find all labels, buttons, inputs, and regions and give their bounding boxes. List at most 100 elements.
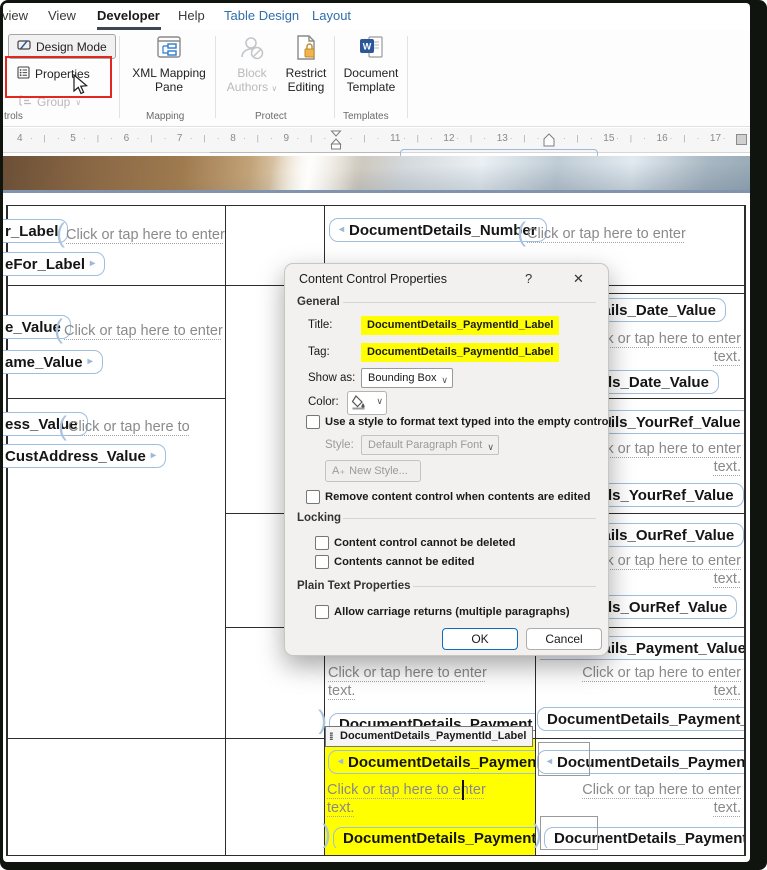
dialog-help-button[interactable]: ?: [525, 271, 532, 286]
document-template-button[interactable]: W Document Template: [341, 34, 401, 94]
svg-text:W: W: [363, 42, 372, 52]
placeholder-text[interactable]: Click or tap here to enter: [545, 782, 741, 798]
ruler-tick: |: [150, 134, 152, 143]
tab-layout[interactable]: Layout: [312, 8, 351, 23]
block-authors-label-1: Block: [225, 66, 279, 80]
ruler-tick: ·: [537, 134, 540, 143]
placeholder-text[interactable]: Click or tap here to enter: [64, 323, 223, 339]
color-picker-button[interactable]: ∨: [347, 391, 387, 415]
ruler-tick: |: [417, 134, 419, 143]
use-style-checkbox[interactable]: [306, 415, 320, 429]
restrict-editing-icon: [281, 34, 331, 66]
restrict-editing-label-1: Restrict: [281, 66, 331, 80]
content-control-start-tag[interactable]: ◂DocumentDetails_Number: [329, 218, 547, 242]
content-control-bounding-box: [538, 742, 590, 776]
cannot-edit-checkbox[interactable]: [315, 555, 329, 569]
content-control-end-tag[interactable]: eFor_Label▸: [3, 252, 105, 276]
cannot-delete-checkbox[interactable]: [315, 536, 329, 550]
restrict-editing-button[interactable]: Restrict Editing: [281, 34, 331, 94]
ruler-tick: |: [257, 134, 259, 143]
placeholder-text[interactable]: Click or tap here to enter: [527, 226, 686, 242]
ribbon-separator: [119, 36, 120, 118]
ruler-tick: |: [310, 134, 312, 143]
header-banner-border: [3, 190, 750, 193]
ruler-number: 16: [657, 133, 668, 144]
placeholder-text[interactable]: Click or tap here to enter: [66, 227, 225, 243]
placeholder-text[interactable]: text.: [545, 683, 741, 699]
ruler-tick: ·: [137, 134, 140, 143]
title-field-label: Title:: [308, 319, 333, 331]
group-label-controls: trols: [4, 111, 23, 122]
ruler-tick: |: [523, 134, 525, 143]
ruler-tick: ·: [164, 134, 167, 143]
content-control-end-tag[interactable]: ame_Value▸: [3, 350, 103, 374]
ruler-number: 17: [710, 133, 721, 144]
table-border: [6, 855, 746, 856]
ruler-tick: ·: [243, 134, 246, 143]
ruler-number: 5: [70, 133, 76, 144]
table-border: [6, 205, 746, 206]
content-control-properties-dialog: Content Control Properties ? ✕ General T…: [284, 263, 609, 656]
ruler-tick: ·: [297, 134, 300, 143]
placeholder-text[interactable]: text.: [328, 683, 355, 699]
remove-control-checkbox[interactable]: [306, 490, 320, 504]
ruler-tick: |: [630, 134, 632, 143]
tag-field-label: Tag:: [308, 346, 330, 358]
ruler-number: 8: [230, 133, 236, 144]
tab-view[interactable]: View: [48, 8, 76, 23]
tab-help[interactable]: Help: [178, 8, 205, 23]
section-general: General: [297, 296, 340, 308]
header-frame-line: [210, 152, 400, 153]
ruler-tick: |: [683, 134, 685, 143]
annotation-red-box: [5, 56, 112, 98]
placeholder-text[interactable]: Click or tap here to: [68, 419, 190, 435]
ruler-tick: ·: [83, 134, 86, 143]
show-as-dropdown[interactable]: Bounding Box∨: [361, 368, 453, 388]
title-field-value[interactable]: DocumentDetails_PaymentId_Label: [361, 316, 559, 335]
placeholder-text[interactable]: Click or tap here to enter: [328, 665, 487, 681]
xml-mapping-pane-button[interactable]: XML Mapping Pane: [127, 34, 211, 94]
ruler-tick: ·: [217, 134, 220, 143]
text-caret: [462, 780, 464, 800]
paint-bucket-icon: [351, 394, 367, 410]
table-column-marker[interactable]: [736, 134, 747, 145]
ok-button[interactable]: OK: [442, 628, 518, 650]
show-as-label: Show as:: [308, 372, 355, 384]
ruler-tick: ·: [270, 134, 273, 143]
table-border: [744, 205, 746, 856]
section-locking: Locking: [297, 512, 341, 524]
carriage-returns-checkbox[interactable]: [315, 605, 329, 619]
content-control-end-tag[interactable]: CustAddress_Value▸: [3, 444, 166, 468]
xml-mapping-label-1: XML Mapping: [127, 66, 211, 80]
placeholder-text[interactable]: text.: [327, 800, 354, 816]
ruler-tick: |: [470, 134, 472, 143]
content-control-end-tag[interactable]: DocumentDetails_Payment_Value: [537, 707, 744, 731]
color-label: Color:: [308, 396, 339, 408]
tab-table-design[interactable]: Table Design: [224, 8, 299, 23]
cc-end-arrow-icon: ▸: [151, 451, 156, 461]
word-window: view View Developer Help Table Design La…: [3, 3, 750, 862]
placeholder-text[interactable]: Click or tap here to enter: [545, 665, 741, 681]
cc-end-arrow-icon: ▸: [90, 259, 95, 269]
cc-start-arrow-icon: ◂: [339, 225, 344, 235]
tab-review-partial[interactable]: view: [3, 8, 28, 23]
ruler-number: 7: [177, 133, 183, 144]
style-dropdown: Default Paragraph Font∨: [361, 435, 499, 455]
content-control-end-tag[interactable]: DocumentDetails_PaymentId_Label: [333, 827, 535, 849]
content-control-paren-icon: (: [58, 413, 67, 439]
xml-mapping-label-2: Pane: [127, 80, 211, 94]
tab-developer[interactable]: Developer: [97, 8, 160, 23]
ribbon: Design Mode Properties Group ∨ trols XML: [3, 30, 750, 127]
ruler-tick: ·: [483, 134, 486, 143]
group-label-templates: Templates: [343, 111, 389, 122]
ruler-tick: ·: [57, 134, 60, 143]
ruler-tick: |: [97, 134, 99, 143]
cancel-button[interactable]: Cancel: [526, 628, 602, 650]
placeholder-text[interactable]: text.: [545, 800, 741, 816]
section-rule: [343, 518, 596, 519]
ruler-tick: ·: [510, 134, 513, 143]
content-control-start-tag[interactable]: ◂DocumentDetails_PaymentId_Label: [328, 750, 535, 774]
tag-field-value[interactable]: DocumentDetails_PaymentId_Label: [361, 343, 559, 362]
ruler-tick: ·: [30, 134, 33, 143]
dialog-close-button[interactable]: ✕: [573, 271, 584, 287]
